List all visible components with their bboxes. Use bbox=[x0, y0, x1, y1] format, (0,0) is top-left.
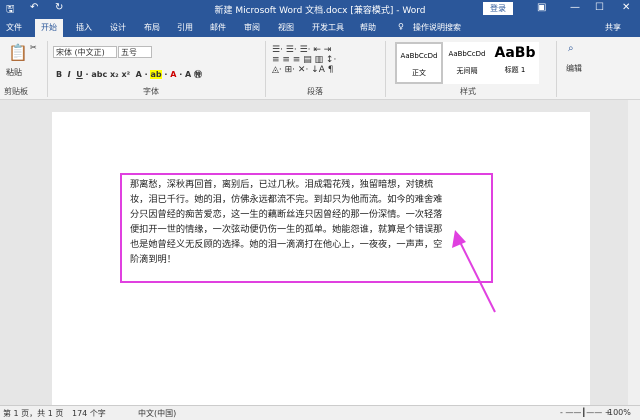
status-bar: 第 1 页，共 1 页 174 个字 中文(中国) - ——┃—— + 100% bbox=[0, 405, 640, 420]
zoom-slider[interactable]: - ——┃—— + bbox=[560, 408, 612, 417]
language[interactable]: 中文(中国) bbox=[138, 408, 176, 419]
word-count[interactable]: 174 个字 bbox=[72, 408, 106, 419]
annotation-arrow bbox=[452, 230, 496, 313]
zoom-level[interactable]: 100% bbox=[608, 408, 631, 417]
page-count[interactable]: 第 1 页，共 1 页 bbox=[3, 408, 63, 419]
